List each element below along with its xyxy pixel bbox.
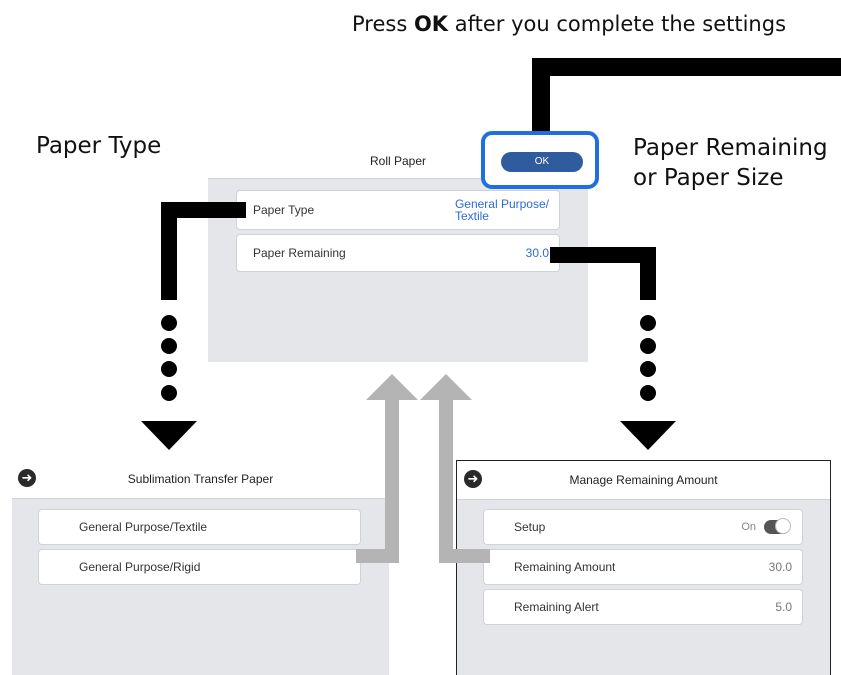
right-return-arrowhead [420,374,472,400]
flow-arrows-overlay [141,58,841,563]
left-return-arrowhead [366,374,418,400]
right-return-arrow-line [439,398,490,563]
left-down-arrowhead [141,421,197,450]
paper-type-connector-line [161,202,246,300]
right-down-arrowhead [620,421,676,450]
left-dotted-path [161,315,177,401]
right-dotted-path [640,315,656,401]
left-return-arrow-line [356,398,399,563]
paper-remaining-connector-line [550,247,656,300]
ok-connector-line [532,58,841,131]
